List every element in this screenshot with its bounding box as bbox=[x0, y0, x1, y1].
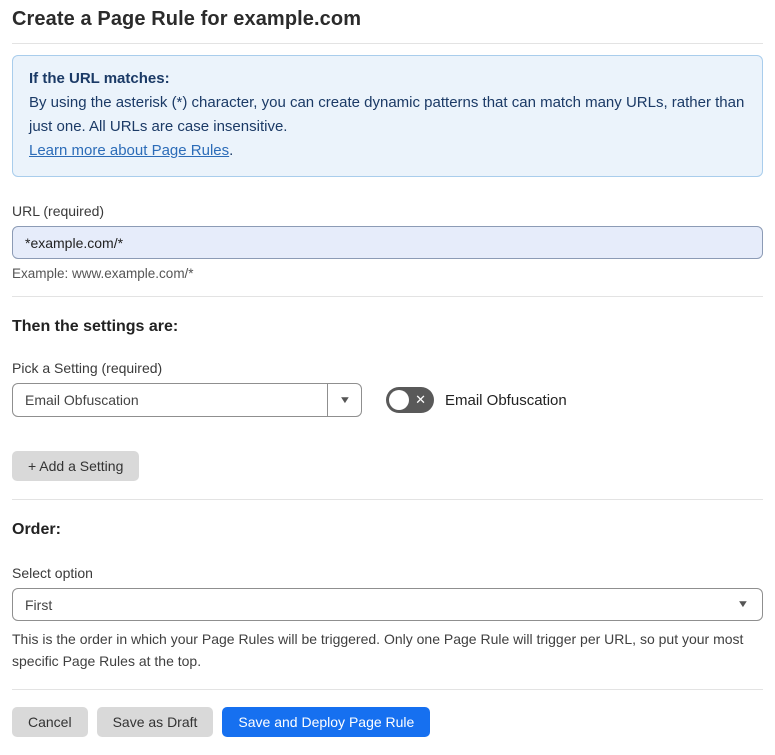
footer-divider bbox=[12, 689, 763, 690]
save-and-deploy-button[interactable]: Save and Deploy Page Rule bbox=[222, 707, 431, 737]
page-title: Create a Page Rule for example.com bbox=[12, 8, 362, 30]
chevron-down-icon: ▼ bbox=[736, 599, 750, 610]
pick-setting-label: Pick a Setting (required) bbox=[12, 360, 163, 376]
settings-section-divider bbox=[12, 499, 763, 500]
info-box-heading: If the URL matches: bbox=[29, 70, 170, 87]
url-example-hint: Example: www.example.com/* bbox=[12, 266, 194, 281]
order-section-heading: Order: bbox=[12, 521, 61, 538]
order-select[interactable]: First ▼ bbox=[12, 588, 763, 621]
save-as-draft-button[interactable]: Save as Draft bbox=[96, 707, 214, 737]
setting-row: Email Obfuscation ▼ ✕ Email Obfuscation bbox=[12, 383, 763, 417]
title-divider bbox=[12, 43, 763, 44]
setting-select-value: Email Obfuscation bbox=[25, 392, 139, 408]
setting-select[interactable]: Email Obfuscation ▼ bbox=[12, 383, 362, 417]
order-select-value: First bbox=[25, 596, 53, 613]
info-box-link-line: Learn more about Page Rules. bbox=[29, 139, 746, 163]
order-help-text: This is the order in which your Page Rul… bbox=[12, 631, 744, 669]
toggle-off-x-icon: ✕ bbox=[415, 392, 426, 407]
url-matches-info-box: If the URL matches: By using the asteris… bbox=[12, 55, 763, 177]
toggle-knob bbox=[389, 390, 409, 410]
url-section-divider bbox=[12, 296, 763, 297]
setting-select-arrow-button[interactable]: ▼ bbox=[327, 384, 361, 416]
toggle-label: Email Obfuscation bbox=[445, 391, 567, 409]
info-box-body: By using the asterisk (*) character, you… bbox=[29, 94, 745, 135]
add-setting-button[interactable]: + Add a Setting bbox=[12, 451, 140, 481]
link-period: . bbox=[229, 142, 234, 159]
url-field-label: URL (required) bbox=[12, 203, 105, 219]
chevron-down-icon: ▼ bbox=[338, 394, 351, 406]
cancel-button[interactable]: Cancel bbox=[12, 707, 88, 737]
create-page-rule-panel: Create a Page Rule for example.com If th… bbox=[0, 0, 775, 755]
footer-actions: Cancel Save as Draft Save and Deploy Pag… bbox=[12, 707, 763, 737]
url-input[interactable] bbox=[12, 226, 763, 259]
email-obfuscation-toggle[interactable]: ✕ bbox=[386, 387, 434, 413]
settings-section-heading: Then the settings are: bbox=[12, 318, 179, 335]
order-select-label: Select option bbox=[12, 565, 93, 581]
learn-more-link[interactable]: Learn more about Page Rules bbox=[29, 142, 229, 159]
